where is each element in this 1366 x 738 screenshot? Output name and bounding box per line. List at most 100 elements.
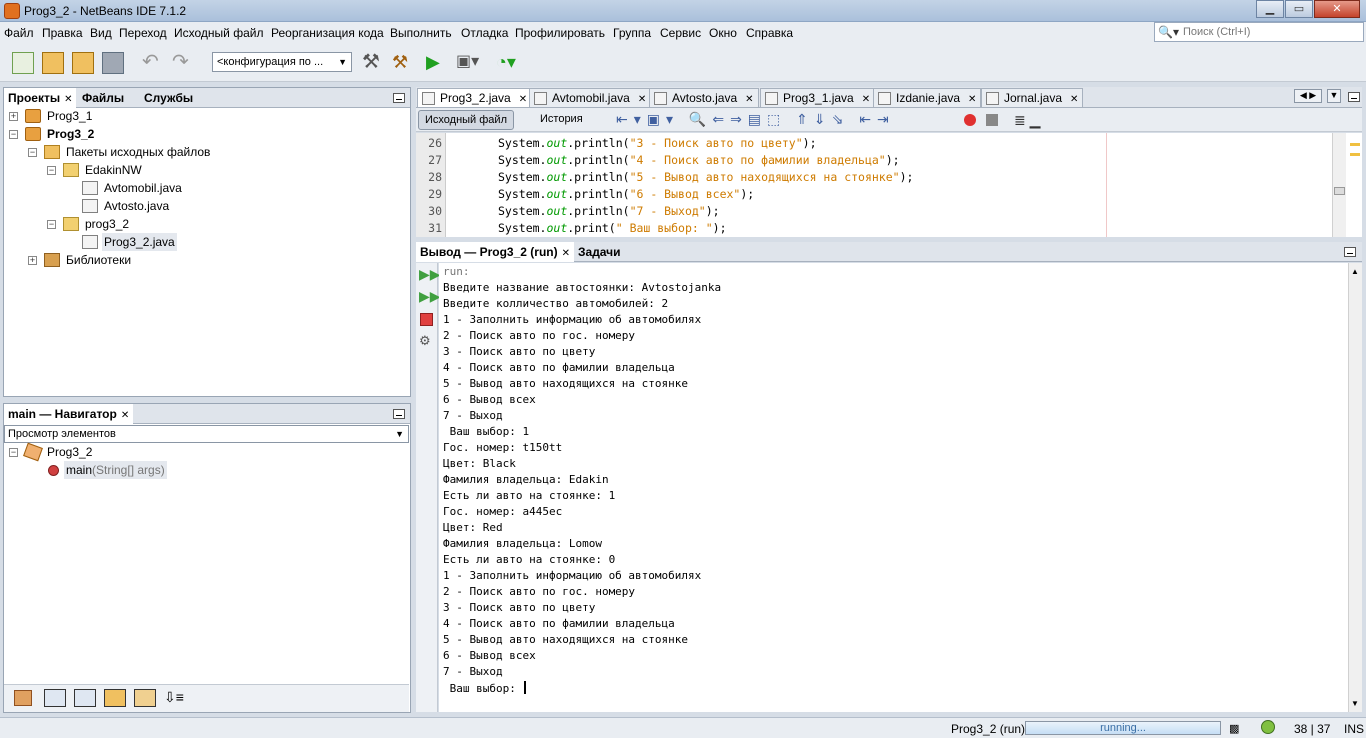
static-filter-icon[interactable] xyxy=(74,689,96,707)
minimize-panel-button[interactable] xyxy=(1344,247,1356,257)
tab-services[interactable]: Службы xyxy=(140,88,197,108)
collapse-icon[interactable]: − xyxy=(47,166,56,175)
redo-icon[interactable]: ↷ xyxy=(172,52,194,74)
right-margin-guide xyxy=(1106,133,1107,237)
tab-list-button[interactable]: ▼ xyxy=(1327,89,1341,103)
menu-team[interactable]: Группа xyxy=(613,26,651,40)
collapse-icon[interactable]: − xyxy=(47,220,56,229)
fields-filter-icon[interactable] xyxy=(44,689,66,707)
maximize-button[interactable]: ▭ xyxy=(1285,0,1313,18)
editor-action-icons[interactable]: ⇤▾▣▾ 🔍⇐⇒▤⬚ ⇑⇓⇘ ⇤⇥ xyxy=(616,111,895,128)
tab-tasks[interactable]: Задачи xyxy=(574,242,625,262)
output-console[interactable]: run: Введите название автостоянки: Avtost… xyxy=(439,263,1348,712)
tree-item-source-packages[interactable]: Пакеты исходных файлов xyxy=(66,143,210,161)
start-macro-icon[interactable] xyxy=(964,114,976,126)
notifications-icon[interactable] xyxy=(1261,720,1275,734)
menu-tools[interactable]: Сервис xyxy=(660,26,701,40)
output-line: 6 - Вывод всех xyxy=(443,393,536,406)
menu-edit[interactable]: Правка xyxy=(42,26,83,40)
scroll-up-icon[interactable]: ▲ xyxy=(1351,267,1359,276)
cancel-task-icon[interactable]: ▩ xyxy=(1229,722,1239,735)
save-all-icon[interactable] xyxy=(102,52,124,74)
non-public-filter-icon[interactable] xyxy=(104,689,126,707)
tab-avtosto-java[interactable]: Avtosto.java ✕ xyxy=(649,88,759,107)
sort-by-source-icon[interactable]: ⇩≡ xyxy=(164,689,184,706)
history-view-button[interactable]: История xyxy=(534,110,589,130)
collapse-icon[interactable]: − xyxy=(9,130,18,139)
tab-navigator[interactable]: main — Навигатор ✕ xyxy=(4,404,134,424)
tree-item-prog3-1[interactable]: Prog3_1 xyxy=(47,107,92,125)
editor-scrollbar[interactable] xyxy=(1332,133,1346,237)
minimize-button[interactable]: ▁ xyxy=(1256,0,1284,18)
stop-macro-icon[interactable] xyxy=(986,114,998,126)
menu-navigate[interactable]: Переход xyxy=(119,26,167,40)
tab-files[interactable]: Файлы xyxy=(78,88,128,108)
close-button[interactable]: ✕ xyxy=(1314,0,1360,18)
output-scrollbar[interactable]: ▲ ▼ xyxy=(1348,263,1362,712)
tree-item-prog3-2[interactable]: Prog3_2 xyxy=(47,125,94,143)
settings-icon[interactable]: ⚙ xyxy=(419,333,431,349)
error-stripe-mark[interactable] xyxy=(1350,153,1360,156)
collapse-icon[interactable]: − xyxy=(9,448,18,457)
code-editor[interactable]: 26 27 28 29 30 31 System.out.println("3 … xyxy=(416,133,1362,237)
tree-item-libraries[interactable]: Библиотеки xyxy=(66,251,131,269)
inherited-members-icon[interactable] xyxy=(14,690,32,706)
package-icon xyxy=(63,217,79,231)
tab-prog3-1-java[interactable]: Prog3_1.java ✕ xyxy=(760,88,876,107)
run-icon[interactable]: ▶ xyxy=(426,52,448,74)
menu-refactor[interactable]: Реорганизация кода xyxy=(271,26,384,40)
open-project-icon[interactable] xyxy=(72,52,94,74)
expand-icon[interactable]: + xyxy=(28,256,37,265)
tab-projects[interactable]: Проекты ✕ xyxy=(4,88,77,108)
navigator-method-main[interactable]: main(String[] args) xyxy=(64,461,167,479)
comment-icon[interactable]: ≣ ▁ xyxy=(1014,112,1040,129)
minimize-panel-button[interactable] xyxy=(393,409,405,419)
progress-bar[interactable]: running... xyxy=(1025,721,1221,735)
scroll-down-icon[interactable]: ▼ xyxy=(1351,699,1359,708)
tab-avtomobil-java[interactable]: Avtomobil.java ✕ xyxy=(529,88,652,107)
tree-item-avtosto[interactable]: Avtosto.java xyxy=(104,197,169,215)
clean-build-icon[interactable]: ⚒ xyxy=(392,52,414,74)
debug-icon[interactable]: ▣▾ xyxy=(456,52,479,74)
menu-debug[interactable]: Отладка xyxy=(461,26,508,40)
search-input[interactable]: 🔍▾ Поиск (Ctrl+I) xyxy=(1154,22,1364,42)
expand-icon[interactable]: + xyxy=(9,112,18,121)
tab-prog3-2-java[interactable]: Prog3_2.java ✕ xyxy=(417,88,533,107)
scrollbar-thumb[interactable] xyxy=(1334,187,1345,195)
tab-izdanie-java[interactable]: Izdanie.java ✕ xyxy=(873,88,982,107)
rerun-with-params-icon[interactable]: ▶▶ xyxy=(419,288,441,305)
tree-item-prog3-2-package[interactable]: prog3_2 xyxy=(85,215,129,233)
menu-profile[interactable]: Профилировать xyxy=(515,26,605,40)
menu-run[interactable]: Выполнить xyxy=(390,26,452,40)
navigator-view-select[interactable]: Просмотр элементов ▼ xyxy=(4,425,409,443)
tab-scroll-arrows[interactable]: ◀ ▶ xyxy=(1294,89,1322,103)
sort-by-name-icon[interactable] xyxy=(134,689,156,707)
minimize-panel-button[interactable] xyxy=(393,93,405,103)
stop-icon[interactable] xyxy=(420,313,433,326)
menu-help[interactable]: Справка xyxy=(746,26,793,40)
build-hammer-icon[interactable]: ⚒ xyxy=(362,52,384,74)
tree-item-avtomobil[interactable]: Avtomobil.java xyxy=(104,179,182,197)
navigator-class[interactable]: Prog3_2 xyxy=(47,443,92,461)
profile-icon[interactable]: ◔▾ xyxy=(496,52,518,74)
maximize-editor-button[interactable] xyxy=(1348,92,1360,102)
menu-source[interactable]: Исходный файл xyxy=(174,26,263,40)
tab-jornal-java[interactable]: Jornal.java ✕ xyxy=(981,88,1084,107)
menu-window[interactable]: Окно xyxy=(709,26,737,40)
menu-view[interactable]: Вид xyxy=(90,26,112,40)
menu-file[interactable]: Файл xyxy=(4,26,34,40)
tree-item-edakinnw[interactable]: EdakinNW xyxy=(85,161,142,179)
tree-item-prog3-2-java[interactable]: Prog3_2.java xyxy=(102,233,177,251)
collapse-icon[interactable]: − xyxy=(28,148,37,157)
config-select[interactable]: <конфигурация по ... ▼ xyxy=(212,52,352,72)
rerun-icon[interactable]: ▶▶ xyxy=(419,266,441,283)
tab-output[interactable]: Вывод — Prog3_2 (run) ✕ xyxy=(416,242,574,262)
source-view-button[interactable]: Исходный файл xyxy=(418,110,514,130)
new-project-icon[interactable] xyxy=(42,52,64,74)
error-stripe-mark[interactable] xyxy=(1350,143,1360,146)
undo-icon[interactable]: ↶ xyxy=(142,52,164,74)
status-bar: Prog3_2 (run) running... ▩ 38 | 37 INS xyxy=(0,717,1366,738)
new-file-icon[interactable] xyxy=(12,52,34,74)
output-side-toolbar: ▶▶ ▶▶ ⚙ xyxy=(416,263,441,712)
code-line: System.out.println("3 - Поиск авто по цв… xyxy=(498,136,817,150)
